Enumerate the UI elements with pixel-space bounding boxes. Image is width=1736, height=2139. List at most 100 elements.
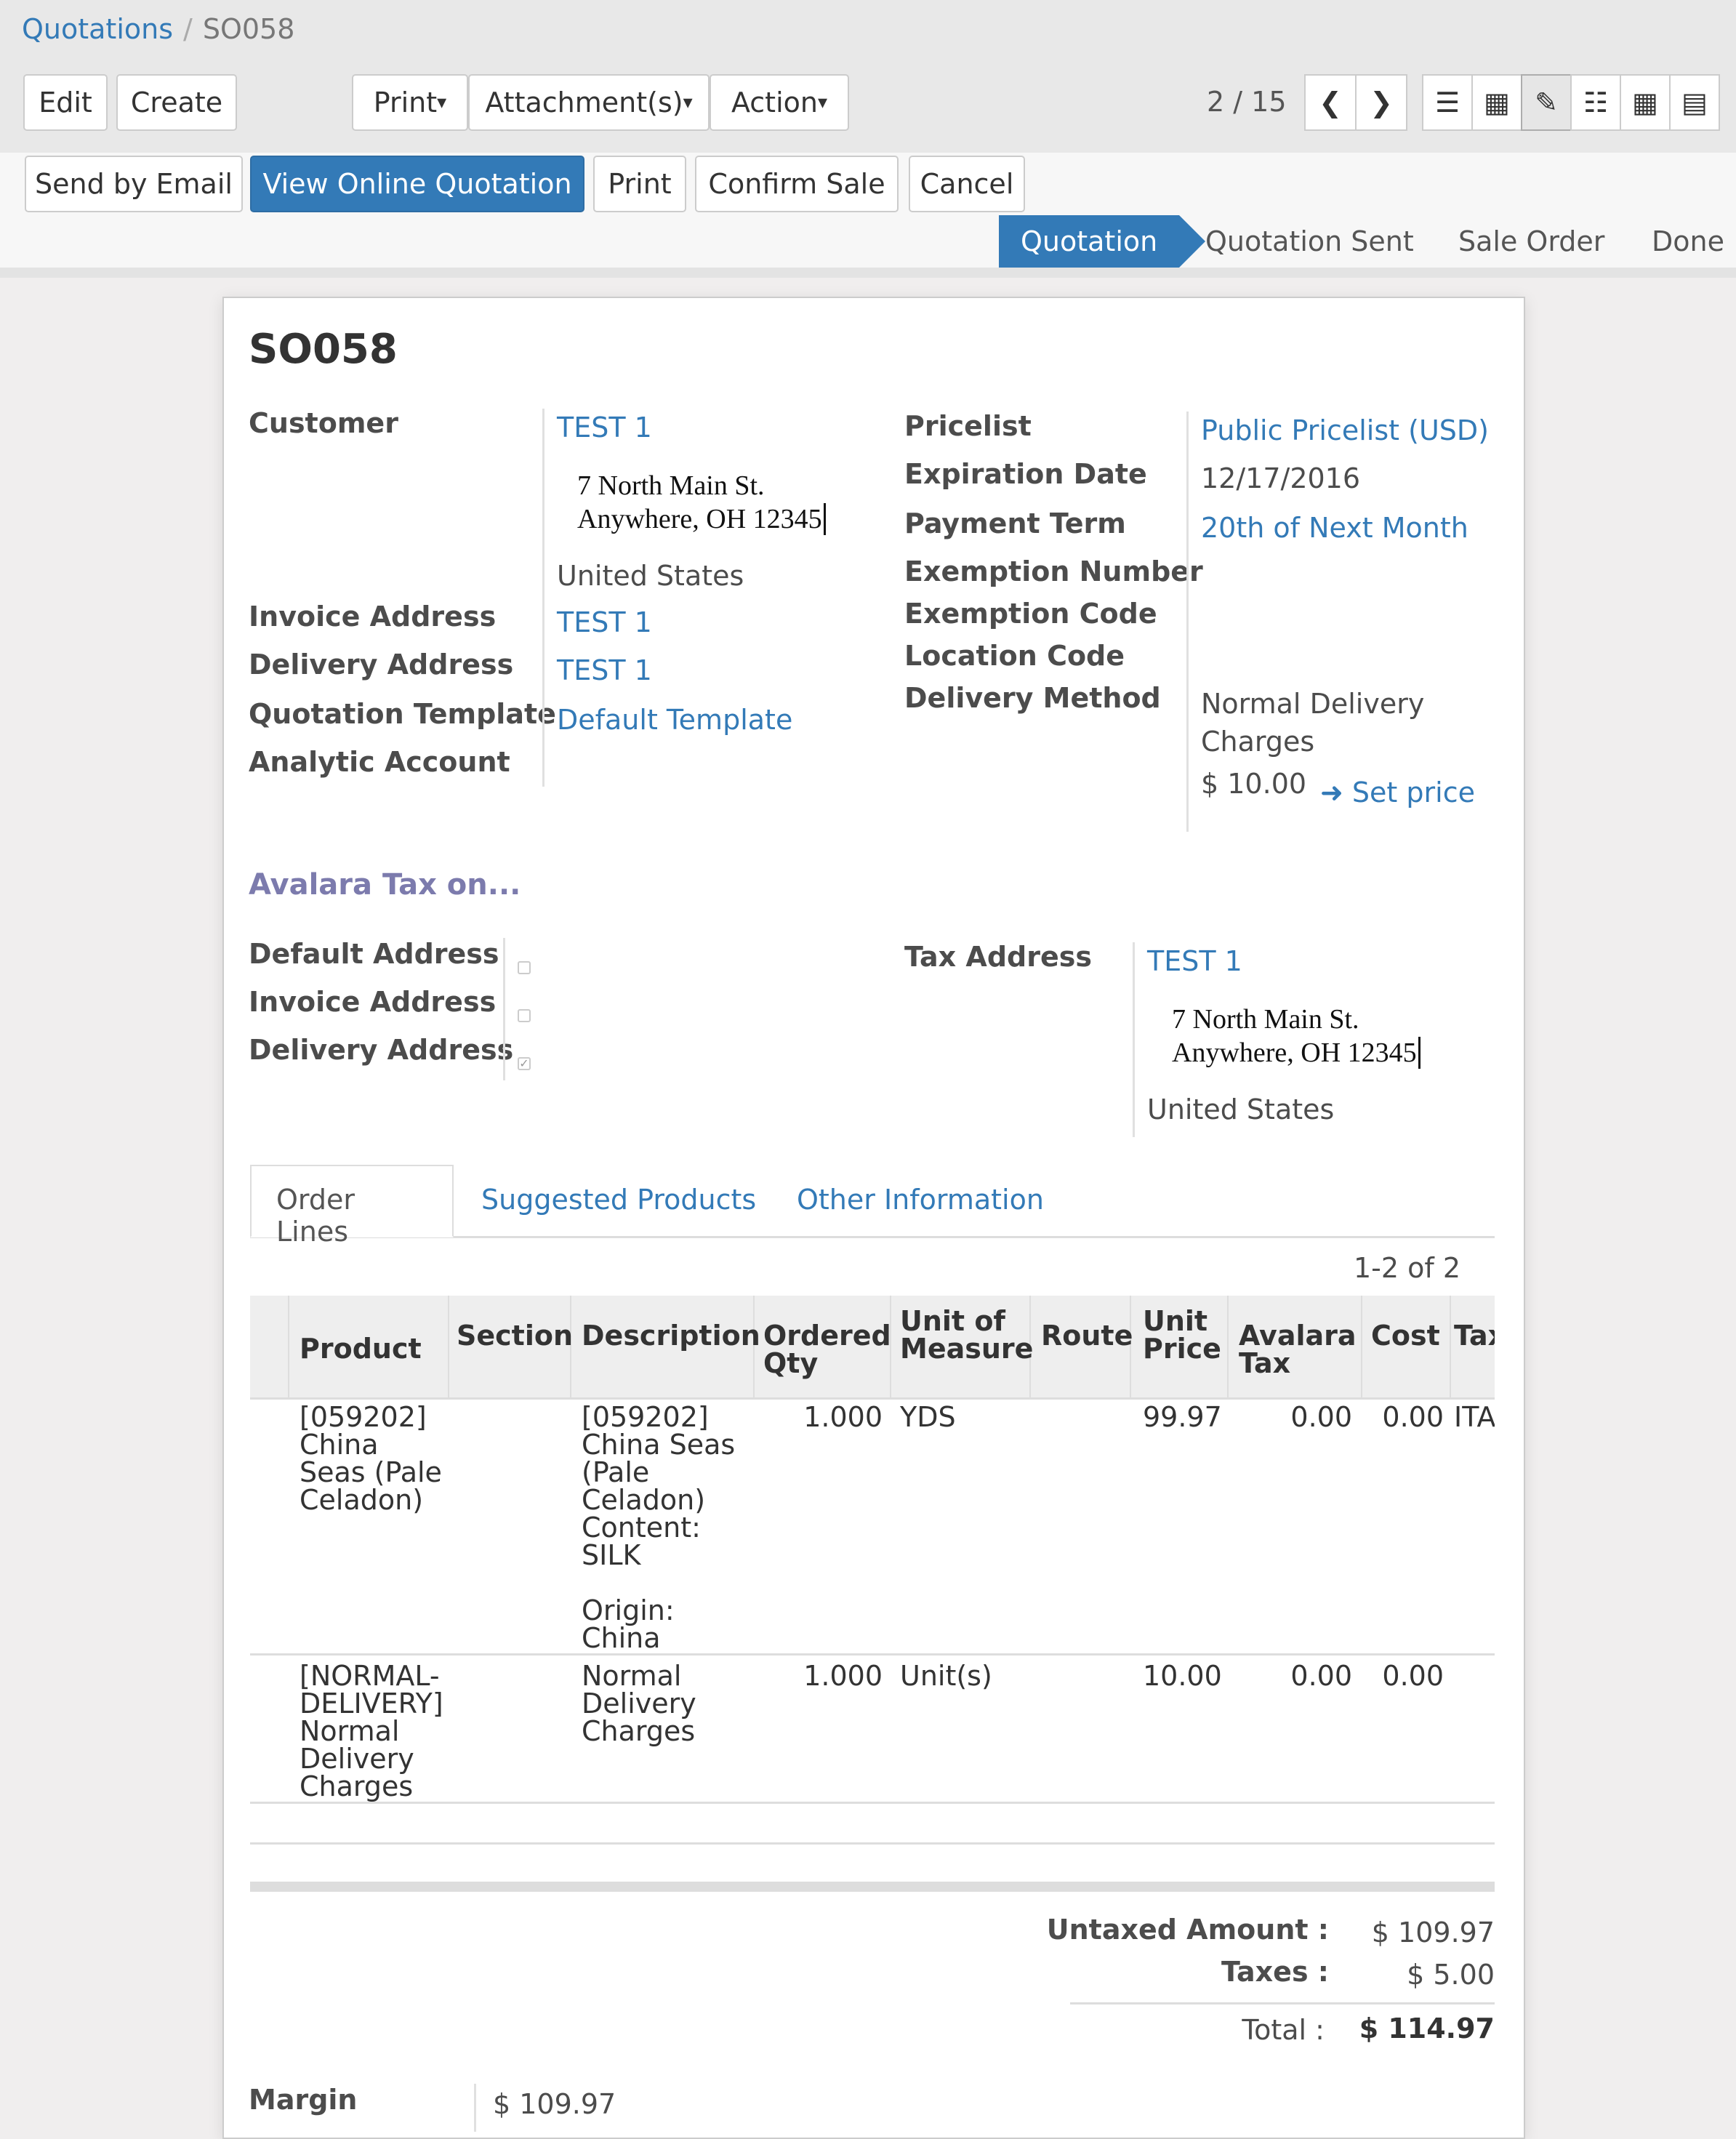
confirm-sale-button[interactable]: Confirm Sale bbox=[695, 156, 899, 212]
form-sheet: SO058 Customer Invoice Address Delivery … bbox=[222, 297, 1525, 2139]
row1-description-line5: Content: bbox=[582, 1512, 701, 1544]
column-header-section[interactable]: Section bbox=[457, 1322, 573, 1349]
tax-address-link[interactable]: TEST 1 bbox=[1147, 945, 1242, 977]
column-separator bbox=[288, 1296, 289, 1397]
customer-street: 7 North Main St. bbox=[577, 470, 765, 501]
delivery-method-line2: Charges bbox=[1201, 726, 1315, 758]
lines-pager: 1-2 of 2 bbox=[1354, 1252, 1461, 1284]
customer-link[interactable]: TEST 1 bbox=[557, 412, 652, 444]
row1-description-line1: [059202] bbox=[582, 1401, 709, 1433]
row1-description-line6: SILK bbox=[582, 1539, 641, 1571]
edit-button[interactable]: Edit bbox=[23, 74, 108, 131]
delivery-price: $ 10.00 bbox=[1201, 768, 1307, 800]
stage-done[interactable]: Done bbox=[1652, 215, 1724, 268]
column-header-product[interactable]: Product bbox=[300, 1335, 422, 1363]
calendar-view-icon: ☷ bbox=[1583, 87, 1609, 119]
customer-label: Customer bbox=[249, 407, 398, 439]
column-header-ordered-qty-line1[interactable]: Ordered bbox=[763, 1322, 891, 1349]
breadcrumb-quotations-link[interactable]: Quotations bbox=[22, 13, 173, 45]
attachments-dropdown[interactable]: Attachment(s) bbox=[468, 74, 710, 131]
cancel-button[interactable]: Cancel bbox=[909, 156, 1025, 212]
margin-value: $ 109.97 bbox=[493, 2088, 616, 2120]
chevron-left-icon: ❮ bbox=[1319, 87, 1342, 119]
row2-product-line1: [NORMAL- bbox=[300, 1660, 440, 1692]
create-button[interactable]: Create bbox=[116, 74, 237, 131]
row1-description-line8: Origin: bbox=[582, 1594, 675, 1626]
print-button[interactable]: Print bbox=[593, 156, 686, 212]
view-online-quotation-button[interactable]: View Online Quotation bbox=[250, 156, 584, 212]
column-header-uom-line1[interactable]: Unit of bbox=[900, 1307, 1005, 1335]
breadcrumb-separator: / bbox=[183, 13, 193, 45]
exemption-number-label: Exemption Number bbox=[904, 555, 1203, 587]
delivery-address-link[interactable]: TEST 1 bbox=[557, 654, 652, 686]
customer-country: United States bbox=[557, 560, 744, 592]
tax-address-street: 7 North Main St. bbox=[1172, 1004, 1359, 1035]
stage-quotation-sent[interactable]: Quotation Sent bbox=[1205, 215, 1414, 268]
row2-uom: Unit(s) bbox=[900, 1660, 992, 1692]
calendar-view-button[interactable]: ☷ bbox=[1570, 74, 1621, 131]
form-view-button[interactable]: ✎ bbox=[1521, 74, 1572, 131]
default-address-checkbox[interactable] bbox=[518, 961, 531, 974]
field-separator bbox=[1133, 942, 1135, 1137]
untaxed-amount-value: $ 109.97 bbox=[1371, 1917, 1495, 1949]
avalara-section-title: Avalara Tax on... bbox=[249, 868, 521, 902]
kanban-view-icon: ▦ bbox=[1484, 87, 1510, 119]
column-header-route[interactable]: Route bbox=[1041, 1322, 1133, 1349]
pivot-view-button[interactable]: ▦ bbox=[1620, 74, 1671, 131]
column-header-description[interactable]: Description bbox=[582, 1322, 760, 1349]
row1-avalara-tax: 0.00 bbox=[1290, 1401, 1352, 1433]
avalara-delivery-address-label: Delivery Address bbox=[249, 1034, 514, 1066]
row1-product-line1: [059202] bbox=[300, 1401, 427, 1433]
row1-description-line2: China Seas bbox=[582, 1429, 736, 1461]
graph-view-icon: ▤ bbox=[1681, 87, 1708, 119]
quotation-template-link[interactable]: Default Template bbox=[557, 704, 792, 736]
column-header-unit-price-line2[interactable]: Price bbox=[1143, 1335, 1221, 1363]
delivery-address-label: Delivery Address bbox=[249, 649, 514, 681]
row1-description-line9: China bbox=[582, 1622, 661, 1654]
tab-other-information[interactable]: Other Information bbox=[797, 1184, 1044, 1216]
stage-sale-order[interactable]: Sale Order bbox=[1458, 215, 1604, 268]
send-by-email-button[interactable]: Send by Email bbox=[25, 156, 243, 212]
column-header-unit-price-line1[interactable]: Unit bbox=[1143, 1307, 1207, 1335]
kanban-view-button[interactable]: ▦ bbox=[1471, 74, 1522, 131]
expiration-date-value[interactable]: 12/17/2016 bbox=[1201, 462, 1360, 494]
row2-description-line2: Delivery bbox=[582, 1687, 696, 1719]
invoice-address-link[interactable]: TEST 1 bbox=[557, 606, 652, 638]
attachments-dropdown-label: Attachment(s) bbox=[485, 87, 683, 119]
location-code-label: Location Code bbox=[904, 640, 1125, 672]
payment-term-label: Payment Term bbox=[904, 507, 1126, 539]
column-header-avalara-tax-line1[interactable]: Avalara bbox=[1239, 1322, 1357, 1349]
taxes-value: $ 5.00 bbox=[1407, 1959, 1495, 1991]
row2-product-line2: DELIVERY] bbox=[300, 1687, 443, 1719]
previous-record-button[interactable]: ❮ bbox=[1304, 74, 1357, 131]
field-separator bbox=[503, 938, 505, 1080]
column-header-avalara-tax-line2[interactable]: Tax bbox=[1239, 1349, 1290, 1377]
column-header-ordered-qty-line2[interactable]: Qty bbox=[763, 1349, 818, 1377]
pricelist-link[interactable]: Public Pricelist (USD) bbox=[1201, 414, 1489, 446]
column-header-uom-line2[interactable]: Measure bbox=[900, 1335, 1033, 1363]
list-view-button[interactable]: ☰ bbox=[1422, 74, 1473, 131]
invoice-address-checkbox[interactable] bbox=[518, 1009, 531, 1022]
tab-suggested-products[interactable]: Suggested Products bbox=[481, 1184, 756, 1216]
print-dropdown[interactable]: Print bbox=[352, 74, 468, 131]
delivery-method-line1: Normal Delivery bbox=[1201, 688, 1425, 720]
delivery-address-checkbox[interactable]: ✓ bbox=[518, 1057, 531, 1070]
tab-order-lines[interactable]: Order Lines bbox=[250, 1165, 454, 1248]
tax-address-country: United States bbox=[1147, 1093, 1335, 1125]
column-header-tax[interactable]: Tax bbox=[1454, 1322, 1495, 1349]
set-price-link[interactable]: ➜ Set price bbox=[1320, 776, 1475, 808]
stage-quotation[interactable]: Quotation bbox=[999, 215, 1206, 268]
pivot-view-icon: ▦ bbox=[1632, 87, 1658, 119]
column-header-cost[interactable]: Cost bbox=[1371, 1322, 1440, 1349]
action-dropdown[interactable]: Action bbox=[710, 74, 849, 131]
page-title: SO058 bbox=[249, 326, 398, 373]
column-separator bbox=[448, 1296, 449, 1397]
row1-description-line4: Celadon) bbox=[582, 1484, 706, 1516]
field-separator bbox=[474, 2084, 476, 2132]
chevron-right-icon: ❯ bbox=[1370, 87, 1393, 119]
graph-view-button[interactable]: ▤ bbox=[1669, 74, 1720, 131]
payment-term-link[interactable]: 20th of Next Month bbox=[1201, 512, 1468, 544]
row1-uom: YDS bbox=[900, 1401, 956, 1433]
next-record-button[interactable]: ❯ bbox=[1355, 74, 1407, 131]
untaxed-amount-label: Untaxed Amount : bbox=[1046, 1914, 1329, 1946]
